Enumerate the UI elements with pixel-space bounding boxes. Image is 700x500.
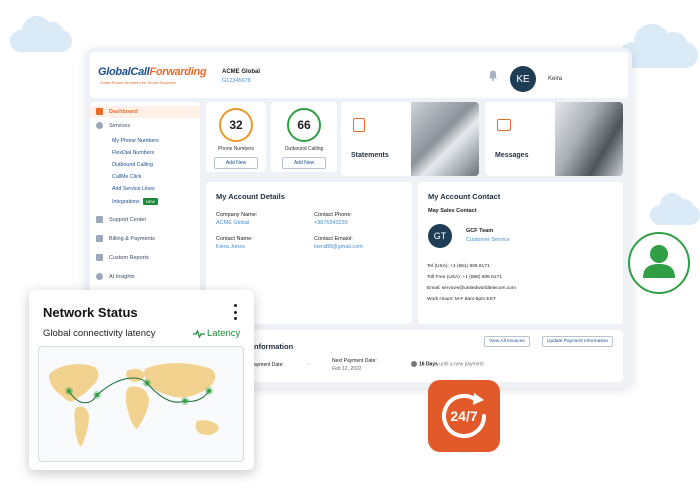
document-icon [353, 118, 365, 132]
statements-photo [411, 102, 479, 176]
account-number: G12345678 [222, 78, 251, 84]
marketing-stage: GlobalCallForwarding Smart Phone Numbers… [0, 0, 700, 500]
contact-label: Contact Name: [216, 236, 253, 242]
location-marker [143, 379, 151, 387]
latency-toggle[interactable]: Latency [193, 328, 240, 339]
message-icon [497, 119, 511, 131]
sidebar-item-services[interactable]: Services [96, 122, 130, 129]
contact-email: Email: services@unitedworldtelecom.com [427, 286, 516, 291]
phone-numbers-card: 32 Phone Numbers Add New [206, 102, 266, 172]
add-phone-number-button[interactable]: Add New [214, 157, 258, 169]
account-contact-card: My Account Contact May Sales Contact GT … [418, 182, 623, 324]
messages-tile[interactable]: Messages [485, 102, 623, 176]
sidebar-item-billing[interactable]: Billing & Payments [96, 235, 155, 242]
report-icon [96, 254, 103, 261]
email-value: kiera88@gmail.com [314, 244, 363, 250]
messages-title: Messages [495, 152, 529, 159]
network-status-title: Network Status [43, 305, 138, 320]
next-payment-value: Feb 12, 2022 [332, 366, 362, 372]
svg-text:24/7: 24/7 [450, 408, 477, 424]
billing-icon [96, 235, 103, 242]
phone-value: +9876543235 [314, 220, 348, 226]
world-map-graphic [49, 363, 219, 447]
sidebar-item-reports[interactable]: Custom Reports [96, 254, 149, 261]
sidebar-sub-integrations[interactable]: Integrations NEW [112, 198, 159, 205]
info-icon [411, 361, 417, 367]
dashboard-icon [96, 108, 103, 115]
statements-title: Statements [351, 152, 389, 159]
location-marker [65, 387, 73, 395]
view-invoices-button[interactable]: View All Invoices [484, 336, 530, 347]
add-outbound-button[interactable]: Add New [282, 157, 326, 169]
company-label: Company Name: [216, 212, 258, 218]
contact-value: Kiera Jones [216, 244, 246, 250]
last-payment-label: ayment Date: [254, 362, 284, 368]
top-bar: GlobalCallForwarding Smart Phone Numbers… [90, 52, 628, 98]
contact-tollfree: Toll Free (USA): +1 (888) 908 6171 [427, 275, 502, 280]
sidebar-item-ai-insights[interactable]: AI Insights [96, 273, 135, 280]
cloud-decoration [10, 16, 72, 52]
sales-contact-label: May Sales Contact [428, 208, 477, 214]
email-label: Contact Emaiol: [314, 236, 353, 242]
phone-numbers-label: Phone Numbers [217, 146, 255, 152]
user-name[interactable]: Keira [548, 76, 562, 82]
account-contact-title: My Account Contact [428, 192, 501, 201]
bell-icon[interactable] [488, 70, 498, 81]
support-247-badge: 24/7 [428, 380, 500, 452]
statements-tile[interactable]: Statements [341, 102, 479, 176]
user-avatar[interactable]: KE [510, 66, 536, 92]
contact-tel: Tel (USA): +1 (561) 908 6171 [427, 264, 490, 269]
update-payment-button[interactable]: Update Payment Information [542, 336, 614, 347]
sidebar-sub-callme[interactable]: CallMe Click [112, 174, 141, 180]
account-name: ACME Global [222, 69, 261, 75]
location-marker [93, 391, 101, 399]
user-profile-bubble [628, 232, 690, 294]
new-badge: NEW [142, 198, 159, 205]
sidebar-sub-flexdial[interactable]: FlexDial Numbers [112, 150, 154, 156]
network-status-card: Network Status Global connectivity laten… [29, 290, 254, 470]
company-value: ACME Global [216, 220, 250, 226]
sidebar-sub-add-lines[interactable]: Add Service Lines [112, 186, 155, 192]
gear-icon [96, 122, 103, 129]
sparkle-icon [96, 273, 103, 280]
location-marker [181, 397, 189, 405]
arrow-right-icon: → [306, 361, 312, 367]
payment-info-card: nformation View All Invoices Update Paym… [206, 330, 623, 382]
contact-dept: Customer Service [466, 237, 510, 243]
cloud-decoration [650, 193, 700, 225]
sidebar-item-support[interactable]: Support Center [96, 216, 146, 223]
contact-hours: Work Hours: M-F 8am-5pm EST [427, 297, 496, 302]
account-details-title: My Account Details [216, 192, 285, 201]
clock-247-icon: 24/7 [442, 393, 486, 438]
sidebar-item-dashboard[interactable]: Dashboard [96, 108, 138, 115]
contact-avatar: GT [428, 224, 452, 248]
next-payment-label: Next Payment Date: [332, 358, 377, 364]
network-subtitle: Global connectivity latency [43, 328, 156, 339]
payment-info-title: nformation [254, 342, 294, 351]
brand-logo[interactable]: GlobalCallForwarding [98, 66, 207, 78]
outbound-count: 66 [287, 108, 321, 142]
days-until-payment: 16 Days until a new payment [411, 361, 484, 367]
location-marker [205, 387, 213, 395]
logo-tagline: Smart Phone Numbers for Smart Business [100, 80, 176, 85]
pulse-icon [193, 329, 205, 338]
outbound-card: 66 Outbound Calling Add New [271, 102, 337, 172]
chat-icon [96, 216, 103, 223]
outbound-label: Outbound Calling [284, 146, 324, 152]
phone-label: Contact Phone: [314, 212, 352, 218]
sidebar-sub-phone-numbers[interactable]: My Phone Numbers [112, 138, 159, 144]
phone-numbers-count: 32 [219, 108, 253, 142]
world-map [38, 346, 244, 462]
contact-team: GCF Team [466, 228, 494, 234]
sidebar-sub-outbound[interactable]: Outbound Calling [112, 162, 153, 168]
kebab-menu-icon[interactable] [233, 304, 237, 320]
person-icon [643, 245, 675, 278]
messages-photo [555, 102, 623, 176]
